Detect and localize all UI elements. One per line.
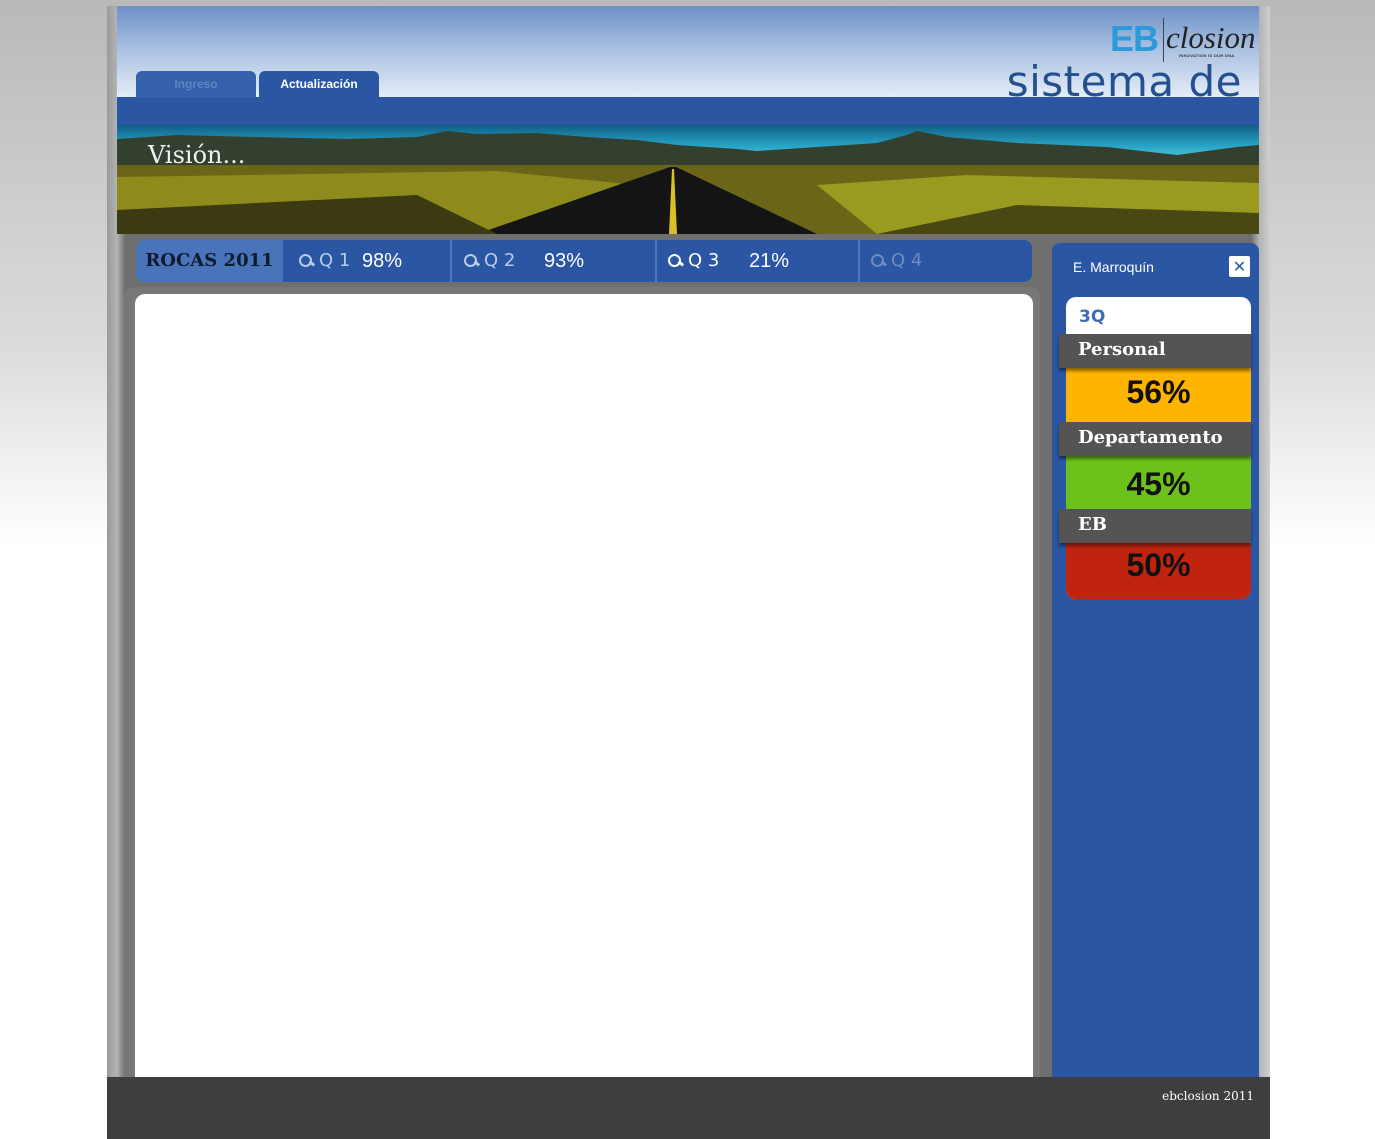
metric-personal-value: 56% [1126, 374, 1191, 410]
logo-suffix: closion [1166, 20, 1256, 55]
header-bar [117, 97, 1259, 125]
card-title: 3Q [1079, 307, 1106, 327]
quarter-q2-label: Q 2 [464, 250, 515, 271]
magnifier-icon [668, 254, 682, 267]
close-icon[interactable]: ✕ [1229, 256, 1250, 277]
user-name: E. Marroquín [1073, 259, 1154, 275]
quarter-q1[interactable]: Q 1 98% [283, 240, 450, 282]
magnifier-icon [464, 254, 478, 267]
banner-image [117, 125, 1259, 234]
quarter-q4-text: Q 4 [891, 250, 923, 271]
metric-personal-label: Personal [1059, 334, 1251, 368]
road-landscape-illustration [117, 131, 1259, 234]
banner-caption: Visión... [148, 141, 246, 169]
quarter-q2-text: Q 2 [484, 250, 516, 271]
quarter-q1-value: 98% [362, 250, 403, 272]
quarter-q2[interactable]: Q 2 93% [452, 240, 655, 282]
quarter-q1-text: Q 1 [319, 250, 351, 271]
quarter-q3-label: Q 3 [668, 250, 719, 271]
quarter-bar: ROCAS 2011 Q 1 98% Q 2 93% Q 3 21% Q 4 [136, 240, 1032, 282]
quarter-q2-value: 93% [544, 250, 585, 272]
main-content-area [135, 294, 1033, 1078]
metric-departamento-value: 45% [1126, 466, 1191, 502]
app-title: sistema de rocas [1006, 57, 1242, 97]
logo-brand: EB [1110, 18, 1159, 59]
quarter-q3[interactable]: Q 3 21% [657, 240, 858, 282]
year-label: ROCAS 2011 [136, 240, 283, 282]
quarter-q1-label: Q 1 [299, 250, 350, 271]
tab-ingreso[interactable]: Ingreso [136, 71, 256, 98]
footer-text: ebclosion 2011 [1162, 1089, 1254, 1103]
metric-eb-label: EB [1059, 509, 1251, 543]
quarter-q3-value: 21% [749, 250, 790, 272]
magnifier-icon [871, 254, 885, 267]
tab-actualizacion[interactable]: Actualización [259, 71, 379, 98]
quarter-q4[interactable]: Q 4 [860, 240, 1032, 282]
quarter-q3-text: Q 3 [688, 250, 720, 271]
quarter-q4-label: Q 4 [871, 250, 922, 271]
footer [107, 1077, 1270, 1139]
magnifier-icon [299, 254, 313, 267]
metric-eb-value: 50% [1126, 547, 1191, 583]
metric-departamento-label: Departamento [1059, 422, 1251, 456]
